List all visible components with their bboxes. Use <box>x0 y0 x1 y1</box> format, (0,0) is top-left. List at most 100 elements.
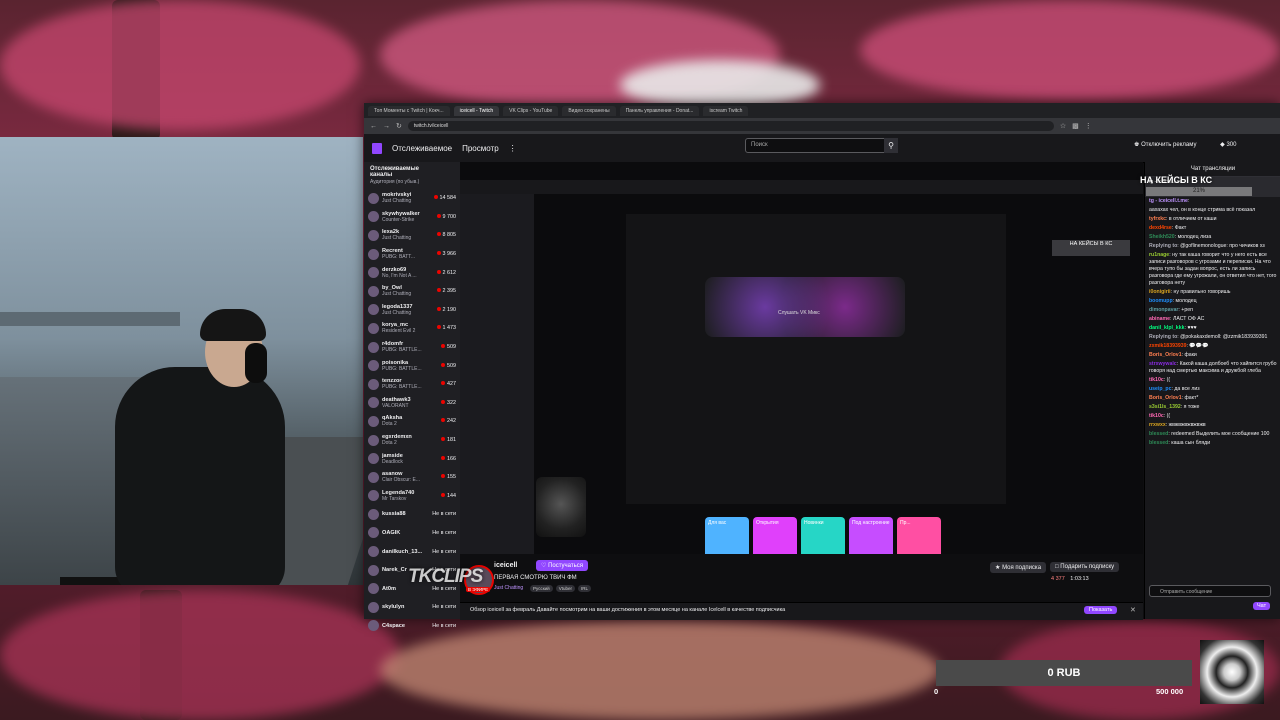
sidebar-channel[interactable]: Recrent PUBG: BATT... 3 966 <box>364 245 460 264</box>
chat-username[interactable]: Replying to <box>1149 243 1177 249</box>
viewer-count: 4 377 <box>1051 576 1065 582</box>
chat-username[interactable]: s3si1ls_1392 <box>1149 404 1181 410</box>
my-sub-button[interactable]: ★ Моя подписка <box>990 562 1047 573</box>
sidebar-channel[interactable]: Legenda740 Mr Tarskov 144 <box>364 487 460 506</box>
channel-avatar <box>368 564 379 576</box>
channel-info: poisonika PUBG: BATTLE... <box>382 360 438 372</box>
chat-username[interactable]: blessed <box>1149 431 1168 437</box>
close-icon[interactable]: ✕ <box>1130 606 1136 614</box>
browser-tab[interactable]: Панель управления - Donat... <box>619 105 700 116</box>
disable-ads-label: Отключить рекламу <box>1141 142 1197 148</box>
channel-game: PUBG: BATT... <box>382 254 415 261</box>
sidebar-channel[interactable]: kussia88 Не в сети <box>364 505 460 524</box>
chat-message: Boris_Orlov1: факт* <box>1145 394 1280 403</box>
channel-avatar <box>368 415 379 427</box>
disable-ads-button[interactable]: ♚ Отключить рекламу ◆ 300 <box>1134 141 1236 148</box>
heart-icon: ♡ <box>541 563 547 569</box>
stream-tag[interactable]: Vtuber <box>555 585 575 592</box>
twitch-logo-icon[interactable] <box>372 142 382 154</box>
chat-message: Boris_Orlov1: факи <box>1145 351 1280 360</box>
sidebar-channel[interactable]: skylulyn Не в сети <box>364 598 460 617</box>
chat-message: blessed: redeemed Выделить мое сообщение… <box>1145 430 1280 439</box>
reload-icon[interactable]: ↻ <box>396 122 402 130</box>
sidebar-channel[interactable]: tenzzor PUBG: BATTLE... 427 <box>364 375 460 394</box>
channel-info: korya_mc Resident Evil 2 <box>382 322 434 334</box>
streamer-name[interactable]: iceicell <box>494 562 517 569</box>
more-icon[interactable]: ⋮ <box>509 144 517 153</box>
forward-icon[interactable]: → <box>383 123 390 130</box>
browser-menu-icon[interactable]: ⋮ <box>1085 122 1092 130</box>
chat-username[interactable]: Boris_Orlov1 <box>1149 395 1182 401</box>
chat-username[interactable]: abiname <box>1149 316 1170 322</box>
browser-tab[interactable]: iscream Twitch <box>703 105 749 116</box>
sidebar-channel[interactable]: mokrivskyi Just Chatting 14 584 <box>364 189 460 208</box>
chat-send-button[interactable]: Чат <box>1253 602 1271 610</box>
browser-tab[interactable]: Топ Моменты с Twitch | Кокч... <box>368 105 450 116</box>
channel-viewers: 2 395 <box>437 288 457 294</box>
chat-username[interactable]: useip_pc <box>1149 386 1172 392</box>
sidebar-channel[interactable]: lexa2k Just Chatting 8 805 <box>364 226 460 245</box>
extensions-icon[interactable]: ▩ <box>1072 122 1079 130</box>
stream-tag[interactable]: Русский <box>530 585 553 592</box>
chat-username[interactable]: danil_klpl_kkk <box>1149 325 1184 331</box>
browser-tab[interactable]: iceicell - Twitch <box>453 105 500 116</box>
sidebar-channel[interactable]: poisonika PUBG: BATTLE... 509 <box>364 356 460 375</box>
stream-category[interactable]: Just Chatting <box>494 585 523 591</box>
sidebar-channel[interactable]: legoda1337 Just Chatting 2 190 <box>364 301 460 320</box>
channel-game: Deadlock <box>382 458 403 465</box>
sidebar-channel[interactable]: asanow Clair Obscur: E... 155 <box>364 468 460 487</box>
chat-username[interactable]: Boris_Orlov1 <box>1149 352 1182 358</box>
chat-username[interactable]: blessed <box>1149 440 1168 446</box>
chat-username[interactable]: dexd4rse <box>1149 225 1172 231</box>
chat-username[interactable]: Sheikh520 <box>1149 234 1175 240</box>
video-player[interactable]: Слушать VK Микс Для вас Открытия Новинки По… <box>460 162 1143 554</box>
sidebar-channel[interactable]: OAGIK Не в сети <box>364 524 460 543</box>
chat-username[interactable]: tyfrxkc <box>1149 216 1166 222</box>
sidebar-channel[interactable]: by_Owl Just Chatting 2 395 <box>364 282 460 301</box>
channel-viewers: 427 <box>441 381 456 387</box>
chat-username[interactable]: tik10c <box>1149 413 1164 419</box>
back-icon[interactable]: ← <box>370 123 377 130</box>
sidebar-channel[interactable]: danilkuch_13... Не в сети <box>364 542 460 561</box>
channel-game: Resident Evil 2 <box>382 328 416 335</box>
sidebar-channel[interactable]: r4domfr PUBG: BATTLE... 509 <box>364 338 460 357</box>
chat-username[interactable]: rrxwxx <box>1149 422 1166 428</box>
browser-tab[interactable]: VK Clips - YouTube <box>503 105 559 116</box>
chat-username[interactable]: dimonpavar <box>1149 307 1178 313</box>
chat-username[interactable]: i0onigirii <box>1149 289 1171 295</box>
chat-message: boomupp: молодец <box>1145 297 1280 306</box>
sidebar-channel[interactable]: derzko69 No, I'm Not A ... 2 612 <box>364 263 460 282</box>
sidebar-channel[interactable]: egxrdemxn Dota 2 181 <box>364 431 460 450</box>
chat-username[interactable]: zxmik18393939 <box>1149 343 1187 349</box>
nav-following[interactable]: Отслеживаемое <box>392 144 452 153</box>
browser-tab[interactable]: Видео сохранены <box>562 105 616 116</box>
sidebar-sort[interactable]: Аудитория (по убыв.) <box>364 178 460 189</box>
gift-sub-button[interactable]: □ Подарить подписку <box>1050 562 1120 572</box>
url-field[interactable]: twitch.tv/iceicell <box>407 121 1054 131</box>
chat-username[interactable]: strxwywalc <box>1149 361 1177 367</box>
chat-username[interactable]: boomupp <box>1149 298 1173 304</box>
sidebar-channel[interactable]: qAksha Dota 2 242 <box>364 412 460 431</box>
channel-info: danilkuch_13... <box>382 549 429 555</box>
sidebar-channel[interactable]: deathawk3 VALORANT 322 <box>364 394 460 413</box>
chat-username[interactable]: tg - iceicell.t.me <box>1149 198 1188 204</box>
chat-username[interactable]: tik10c <box>1149 377 1164 383</box>
show-recap-button[interactable]: Показать <box>1084 606 1118 614</box>
chat-input[interactable]: Отправить сообщение <box>1149 585 1271 597</box>
chat-username[interactable]: ru1nage <box>1149 252 1169 258</box>
sidebar-channel[interactable]: korya_mc Resident Evil 21 473 <box>364 319 460 338</box>
sidebar-channel[interactable]: C4space Не в сети <box>364 617 460 636</box>
chat-username[interactable]: Replying to <box>1149 334 1177 340</box>
stream-tag[interactable]: IRL <box>577 585 591 592</box>
nav-browse[interactable]: Просмотр <box>462 144 499 153</box>
sidebar-channel[interactable]: jamside Deadlock 166 <box>364 449 460 468</box>
vk-mix-banner <box>705 277 905 337</box>
follow-button[interactable]: ♡ Постучаться <box>536 560 588 571</box>
bookmark-star-icon[interactable]: ☆ <box>1060 122 1066 130</box>
search-icon[interactable]: ⚲ <box>884 138 898 153</box>
channel-info: mokrivskyi Just Chatting <box>382 192 431 204</box>
search-input[interactable]: Поиск <box>745 138 890 153</box>
channel-avatar <box>368 229 379 241</box>
chat-text: жвжвжвжвжвжв <box>1168 422 1206 428</box>
sidebar-channel[interactable]: skywhywalker Counter-Strike 9 700 <box>364 208 460 227</box>
